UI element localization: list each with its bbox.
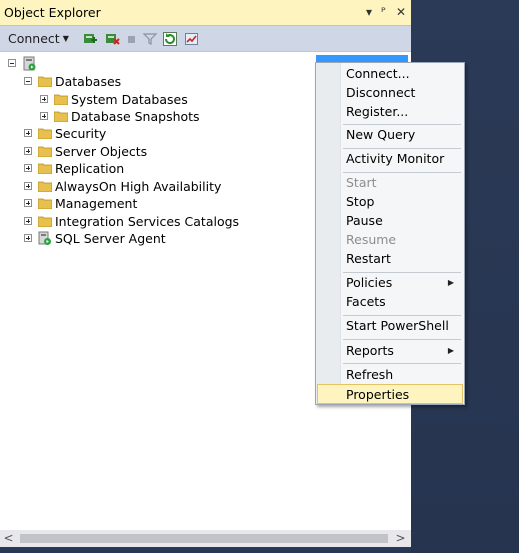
refresh-icon[interactable] <box>162 31 178 47</box>
tree-node-alwayson[interactable]: AlwaysOn High Availability <box>0 178 300 195</box>
menu-item-properties[interactable]: Properties <box>317 384 463 404</box>
tree-node-label: Replication <box>55 161 125 176</box>
menu-item-resume: Resume <box>346 232 397 247</box>
expand-icon[interactable] <box>24 164 32 172</box>
menu-item-pause[interactable]: Pause <box>318 211 462 231</box>
menu-item-start: Start <box>346 175 377 190</box>
disconnect-icon[interactable] <box>104 31 120 47</box>
tree-node-label: Security <box>55 126 107 141</box>
tree-node-sql-server-agent[interactable]: SQL Server Agent <box>0 230 300 247</box>
folder-icon <box>54 111 68 122</box>
server-icon <box>23 56 36 71</box>
tree-node-label: SQL Server Agent <box>55 231 166 246</box>
scroll-right-icon[interactable]: > <box>392 530 409 547</box>
expand-icon[interactable] <box>24 217 32 225</box>
chevron-down-icon: ▼ <box>62 34 69 43</box>
folder-icon <box>38 128 52 139</box>
menu-item-connect[interactable]: Connect... <box>318 64 462 84</box>
menu-item-activity-monitor[interactable]: Activity Monitor <box>318 149 462 169</box>
tree-node-integration-services[interactable]: Integration Services Catalogs <box>0 213 300 230</box>
tree-node-label: AlwaysOn High Availability <box>55 179 222 194</box>
submenu-arrow-icon: ▶ <box>447 346 454 355</box>
folder-icon <box>38 76 52 87</box>
expand-icon[interactable] <box>24 199 32 207</box>
menu-item-new-query[interactable]: New Query <box>318 125 462 145</box>
expand-icon[interactable] <box>40 95 48 103</box>
expand-icon[interactable] <box>40 112 48 120</box>
tree-node-system-databases[interactable]: System Databases <box>0 91 300 108</box>
menu-item-policies[interactable]: Policies ▶ <box>318 273 462 293</box>
menu-item-register[interactable]: Register... <box>318 102 462 122</box>
dropdown-icon[interactable]: ▾ <box>366 4 372 20</box>
close-icon[interactable]: ✕ <box>396 4 406 20</box>
expand-icon[interactable] <box>24 234 32 242</box>
menu-item-refresh[interactable]: Refresh <box>318 365 462 385</box>
panel-title: Object Explorer <box>4 5 101 20</box>
connect-icon[interactable] <box>82 31 98 47</box>
scroll-left-icon[interactable]: < <box>0 530 17 547</box>
panel-title-bar: Object Explorer ▾ ᴾ ✕ <box>0 0 411 26</box>
tree-node-label: Databases <box>55 74 122 89</box>
menu-separator <box>343 363 461 364</box>
connect-label: Connect <box>8 31 60 46</box>
tree-node-label: Management <box>55 196 138 211</box>
filter-icon[interactable] <box>142 31 158 47</box>
tree-node-label: Server Objects <box>55 144 148 159</box>
folder-icon <box>38 163 52 174</box>
tree-node-label: Database Snapshots <box>71 109 200 124</box>
horizontal-scrollbar[interactable]: < > <box>0 530 411 547</box>
tree-node-replication[interactable]: Replication <box>0 160 300 177</box>
tree-node-security[interactable]: Security <box>0 125 300 142</box>
tree-node-database-snapshots[interactable]: Database Snapshots <box>0 108 300 125</box>
context-menu: Connect... Disconnect Register... New Qu… <box>315 62 465 405</box>
tree-node-server-objects[interactable]: Server Objects <box>0 143 300 160</box>
tree-node-databases[interactable]: Databases <box>0 73 300 90</box>
connect-dropdown-button[interactable]: Connect ▼ <box>8 31 69 46</box>
folder-icon <box>38 198 52 209</box>
expand-icon[interactable] <box>24 147 32 155</box>
collapse-icon[interactable] <box>8 59 16 67</box>
tree-node-server[interactable] <box>0 55 40 72</box>
tree-node-label: System Databases <box>71 92 188 107</box>
activity-monitor-icon[interactable] <box>184 31 200 47</box>
panel-bottom-border <box>0 547 411 553</box>
expand-icon[interactable] <box>24 129 32 137</box>
explorer-toolbar: Connect ▼ <box>0 26 411 52</box>
menu-item-reports[interactable]: Reports ▶ <box>318 341 462 361</box>
menu-item-disconnect[interactable]: Disconnect <box>318 83 462 103</box>
folder-icon <box>38 216 52 227</box>
scrollbar-thumb[interactable] <box>20 534 388 543</box>
sql-agent-icon <box>38 231 51 245</box>
submenu-arrow-icon: ▶ <box>447 278 454 287</box>
pin-icon[interactable]: ᴾ <box>381 4 386 20</box>
menu-item-restart[interactable]: Restart <box>318 249 462 269</box>
tree-node-label: Integration Services Catalogs <box>55 214 240 229</box>
menu-item-stop[interactable]: Stop <box>318 192 462 212</box>
collapse-icon[interactable] <box>24 77 32 85</box>
menu-item-start-powershell[interactable]: Start PowerShell <box>318 316 462 336</box>
tree-node-management[interactable]: Management <box>0 195 300 212</box>
folder-icon <box>38 146 52 157</box>
stop-icon[interactable] <box>124 31 140 47</box>
menu-separator <box>343 339 461 340</box>
folder-icon <box>38 181 52 192</box>
expand-icon[interactable] <box>24 182 32 190</box>
folder-icon <box>54 94 68 105</box>
menu-item-facets[interactable]: Facets <box>318 292 462 312</box>
